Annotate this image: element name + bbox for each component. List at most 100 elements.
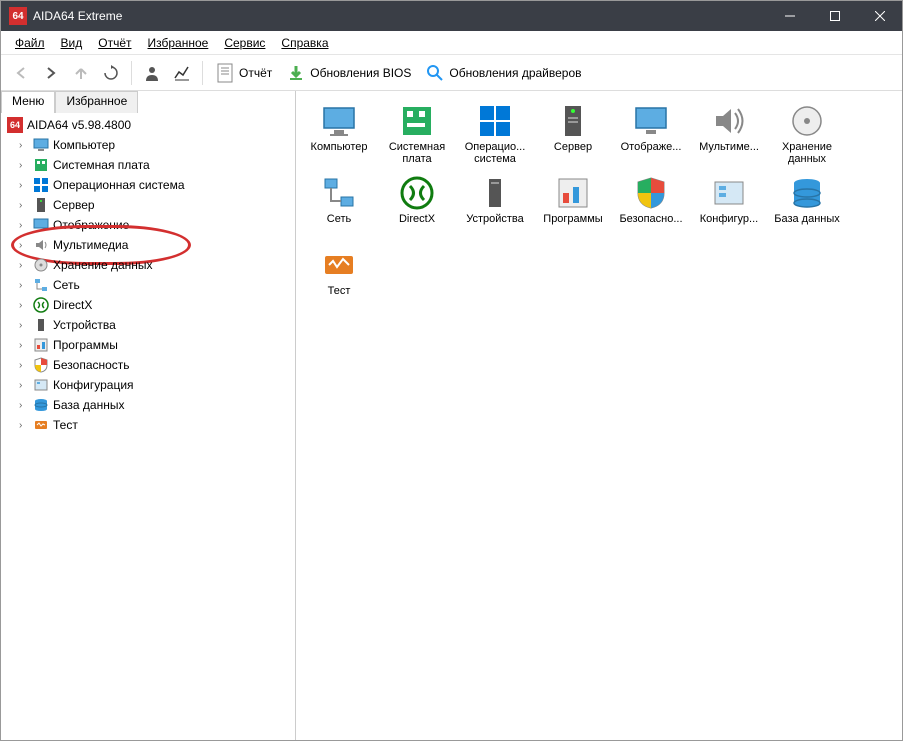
icon-database[interactable]: База данных (768, 171, 846, 241)
tree-root[interactable]: 64 AIDA64 v5.98.4800 (1, 115, 295, 135)
icon-security[interactable]: Безопасно... (612, 171, 690, 241)
tree-item-test[interactable]: › Тест (1, 415, 295, 435)
icon-test[interactable]: Тест (300, 243, 378, 313)
menu-view[interactable]: Вид (53, 34, 91, 52)
tree-item-display[interactable]: › Отображение (1, 215, 295, 235)
chevron-right-icon: › (19, 220, 29, 231)
tree-item-motherboard[interactable]: › Системная плата (1, 155, 295, 175)
chevron-right-icon: › (19, 160, 29, 171)
icon-label: Компьютер (309, 141, 370, 153)
tab-menu[interactable]: Меню (1, 91, 55, 113)
tree-item-computer[interactable]: › Компьютер (1, 135, 295, 155)
driver-update-action[interactable]: Обновления драйверов (419, 59, 587, 87)
device-icon (33, 317, 49, 333)
tree-label: База данных (53, 398, 124, 412)
icon-devices[interactable]: Устройства (456, 171, 534, 241)
menu-service[interactable]: Сервис (216, 34, 273, 52)
tree-item-config[interactable]: › Конфигурация (1, 375, 295, 395)
report-action[interactable]: Отчёт (209, 59, 278, 87)
monitor-icon (321, 103, 357, 139)
icon-os[interactable]: Операцио... система (456, 99, 534, 169)
tree-item-os[interactable]: › Операционная система (1, 175, 295, 195)
chevron-right-icon: › (19, 420, 29, 431)
display-icon (633, 103, 669, 139)
icon-network[interactable]: Сеть (300, 171, 378, 241)
menubar: Файл Вид Отчёт Избранное Сервис Справка (1, 31, 902, 55)
icon-label: Хранение данных (768, 141, 846, 165)
forward-button[interactable] (37, 59, 65, 87)
tree-item-server[interactable]: › Сервер (1, 195, 295, 215)
window-title: AIDA64 Extreme (33, 9, 767, 23)
icon-programs[interactable]: Программы (534, 171, 612, 241)
tree-item-storage[interactable]: › Хранение данных (1, 255, 295, 275)
icon-server[interactable]: Сервер (534, 99, 612, 169)
menu-help[interactable]: Справка (273, 34, 336, 52)
sidebar: Меню Избранное 64 AIDA64 v5.98.4800 › Ко… (1, 91, 296, 740)
tree-item-directx[interactable]: › DirectX (1, 295, 295, 315)
config-icon (33, 377, 49, 393)
tree-item-database[interactable]: › База данных (1, 395, 295, 415)
back-button[interactable] (7, 59, 35, 87)
icon-config[interactable]: Конфигур... (690, 171, 768, 241)
tree-item-multimedia[interactable]: › Мультимедиа (1, 235, 295, 255)
icon-label: Сервер (552, 141, 594, 153)
tree-label: Компьютер (53, 138, 115, 152)
display-icon (33, 217, 49, 233)
icon-storage[interactable]: Хранение данных (768, 99, 846, 169)
report-icon (215, 63, 235, 83)
directx-icon (399, 175, 435, 211)
chevron-right-icon: › (19, 400, 29, 411)
tree-label: Сервер (53, 198, 95, 212)
icon-label: Устройства (464, 213, 526, 225)
up-button[interactable] (67, 59, 95, 87)
tree-item-devices[interactable]: › Устройства (1, 315, 295, 335)
user-button[interactable] (138, 59, 166, 87)
server-icon (555, 103, 591, 139)
speaker-icon (33, 237, 49, 253)
tree-label: Устройства (53, 318, 116, 332)
test-icon (33, 417, 49, 433)
icon-directx[interactable]: DirectX (378, 171, 456, 241)
icon-multimedia[interactable]: Мультиме... (690, 99, 768, 169)
maximize-button[interactable] (812, 1, 857, 31)
icon-computer[interactable]: Компьютер (300, 99, 378, 169)
icon-display[interactable]: Отображе... (612, 99, 690, 169)
network-icon (321, 175, 357, 211)
chevron-right-icon: › (19, 180, 29, 191)
titlebar: 64 AIDA64 Extreme (1, 1, 902, 31)
app-icon: 64 (9, 7, 27, 25)
icon-label: Программы (541, 213, 604, 225)
chevron-right-icon: › (19, 300, 29, 311)
graph-button[interactable] (168, 59, 196, 87)
server-icon (33, 197, 49, 213)
minimize-button[interactable] (767, 1, 812, 31)
directx-icon (33, 297, 49, 313)
bios-label: Обновления BIOS (310, 66, 411, 80)
test-icon (321, 247, 357, 283)
aida-icon: 64 (7, 117, 23, 133)
tree-item-programs[interactable]: › Программы (1, 335, 295, 355)
chevron-right-icon: › (19, 360, 29, 371)
windows-icon (33, 177, 49, 193)
toolbar-separator (202, 61, 203, 85)
tab-favorites[interactable]: Избранное (55, 91, 138, 113)
icon-label: Отображе... (619, 141, 684, 153)
tree-label: Системная плата (53, 158, 150, 172)
tree-item-security[interactable]: › Безопасность (1, 355, 295, 375)
tree-label: Тест (53, 418, 78, 432)
menu-favorites[interactable]: Избранное (140, 34, 217, 52)
refresh-button[interactable] (97, 59, 125, 87)
close-button[interactable] (857, 1, 902, 31)
menu-file[interactable]: Файл (7, 34, 53, 52)
device-icon (477, 175, 513, 211)
icon-grid: Компьютер Системная плата Операцио... си… (300, 99, 898, 313)
programs-icon (555, 175, 591, 211)
programs-icon (33, 337, 49, 353)
bios-update-action[interactable]: Обновления BIOS (280, 59, 417, 87)
icon-motherboard[interactable]: Системная плата (378, 99, 456, 169)
chevron-right-icon: › (19, 380, 29, 391)
icon-label: Операцио... система (456, 141, 534, 165)
tree-item-network[interactable]: › Сеть (1, 275, 295, 295)
menu-report[interactable]: Отчёт (90, 34, 139, 52)
drivers-label: Обновления драйверов (449, 66, 581, 80)
